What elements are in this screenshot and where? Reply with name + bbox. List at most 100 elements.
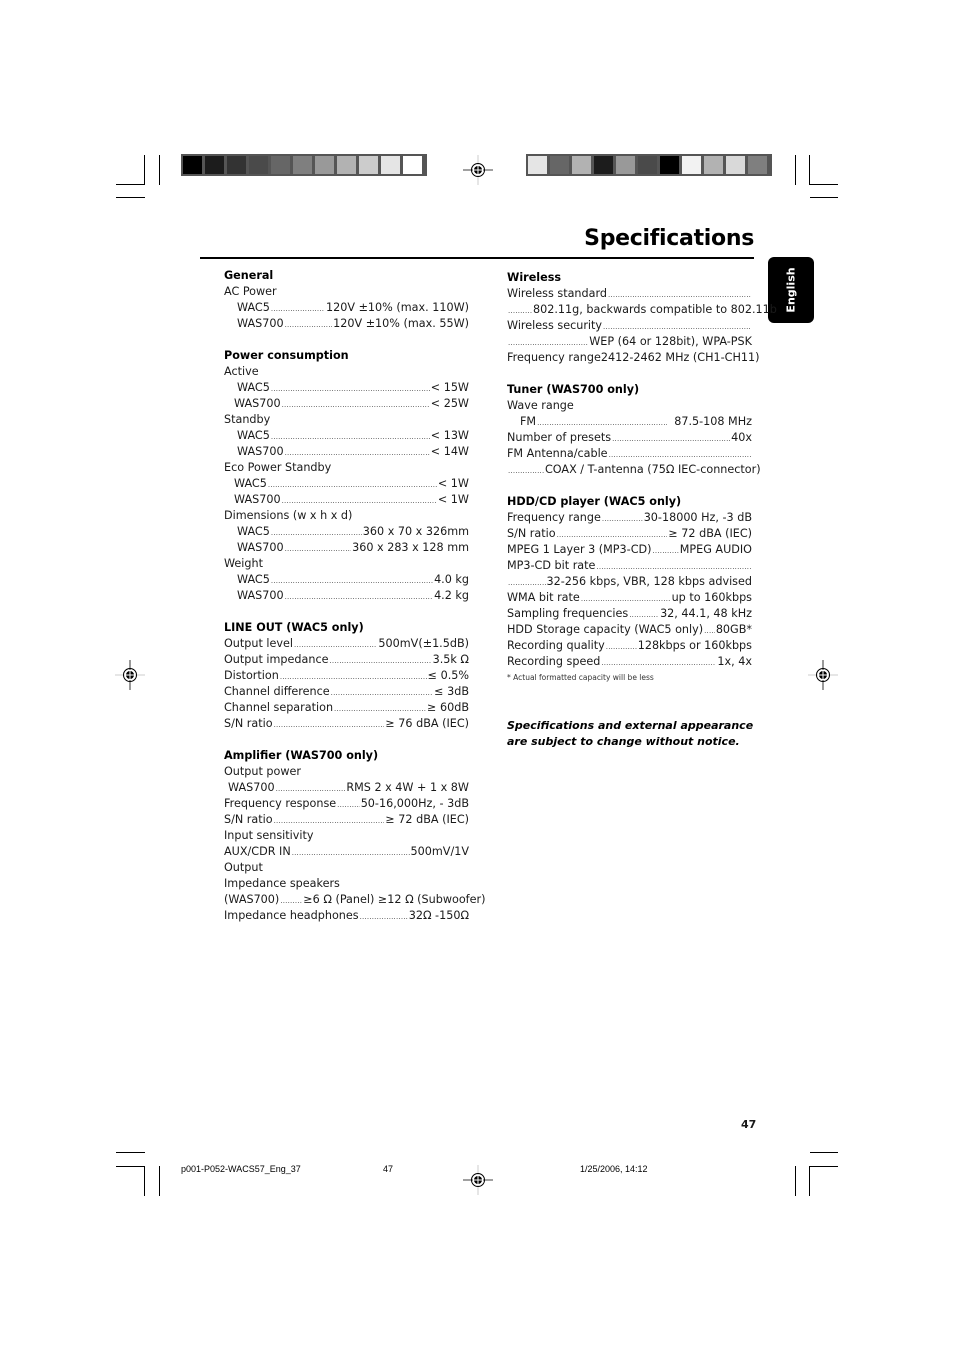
color-swatch bbox=[726, 156, 745, 174]
spec-label: WAS700 bbox=[234, 397, 281, 410]
color-swatch bbox=[381, 156, 400, 174]
color-swatch bbox=[748, 156, 767, 174]
spec-value: RMS 2 x 4W + 1 x 8W bbox=[346, 781, 469, 794]
crop-mark bbox=[159, 155, 160, 185]
spec-label: Output power bbox=[224, 765, 301, 778]
color-calibration-bar-left bbox=[181, 154, 427, 176]
spec-label: Distortion bbox=[224, 669, 279, 682]
spec-row: WAS700 RMS 2 x 4W + 1 x 8W bbox=[224, 780, 469, 796]
spec-row: 802.11g, backwards compatible to 802.11b bbox=[507, 302, 777, 318]
color-swatch bbox=[550, 156, 569, 174]
spec-label: WMA bit rate bbox=[507, 591, 580, 604]
spec-label: (WAS700) bbox=[224, 893, 280, 906]
spec-value: 50-16,000Hz, - 3dB bbox=[360, 797, 469, 810]
spec-value: 87.5-108 MHz bbox=[674, 415, 752, 428]
spec-value: 120V ±10% (max. 110W) bbox=[326, 301, 469, 314]
crop-mark bbox=[116, 1166, 145, 1167]
color-swatch bbox=[616, 156, 635, 174]
spec-value: 32, 44.1, 48 kHz bbox=[660, 607, 752, 620]
spec-label: Number of presets bbox=[507, 431, 612, 444]
spec-label: FM Antenna/cable bbox=[507, 447, 608, 460]
spec-label: Wave range bbox=[507, 399, 574, 412]
color-swatch bbox=[638, 156, 657, 174]
crop-mark bbox=[809, 1166, 810, 1196]
change-notice: Specifications and external appearance a… bbox=[507, 719, 754, 748]
slug-filename: p001-P052-WACS57_Eng_37 bbox=[181, 1164, 301, 1174]
spec-value: ≥ 72 dBA (IEC) bbox=[668, 527, 752, 540]
spec-row: WAC5 4.0 kg bbox=[224, 572, 469, 588]
section-general: General AC Power WAC5 120V ±10% (max. 110… bbox=[224, 268, 469, 332]
spec-row: Frequency response 50-16,000Hz, - 3dB bbox=[224, 796, 469, 812]
spec-value: 500mV(±1.5dB) bbox=[378, 637, 469, 650]
spec-row: COAX / T-antenna (75Ω IEC-connector) bbox=[507, 462, 761, 478]
color-swatch bbox=[205, 156, 224, 174]
spec-label: WAC5 bbox=[237, 381, 270, 394]
color-swatch bbox=[271, 156, 290, 174]
spec-value: 80GB* bbox=[715, 623, 752, 636]
registration-mark-icon bbox=[808, 660, 838, 690]
title-rule bbox=[200, 257, 754, 259]
spec-label: Input sensitivity bbox=[224, 829, 314, 842]
spec-label: WAS700 bbox=[237, 589, 284, 602]
page-number: 47 bbox=[741, 1118, 757, 1131]
color-swatch bbox=[660, 156, 679, 174]
color-swatch bbox=[704, 156, 723, 174]
section-amplifier: Amplifier (WAS700 only) Output power WAS… bbox=[224, 748, 485, 924]
spec-label: Impedance headphones bbox=[224, 909, 359, 922]
spec-row: WAS700 360 x 283 x 128 mm bbox=[224, 540, 469, 556]
spec-label: Output impedance bbox=[224, 653, 329, 666]
color-swatch bbox=[403, 156, 422, 174]
spec-row: S/N ratio ≥ 72 dBA (IEC) bbox=[224, 812, 469, 828]
spec-label: Frequency response bbox=[224, 797, 337, 810]
spec-value: ≥6 Ω (Panel) ≥12 Ω (Subwoofer) bbox=[303, 893, 486, 906]
section-title: Power consumption bbox=[224, 349, 349, 362]
spec-row: WAC5 < 1W bbox=[224, 476, 469, 492]
crop-mark bbox=[116, 197, 145, 198]
spec-value: 500mV/1V bbox=[410, 845, 469, 858]
spec-row: Recording speed 1x, 4x bbox=[507, 654, 752, 670]
spec-row: S/N ratio ≥ 72 dBA (IEC) bbox=[507, 526, 752, 542]
color-swatch bbox=[528, 156, 547, 174]
color-swatch bbox=[315, 156, 334, 174]
spec-value: 360 x 70 x 326mm bbox=[362, 525, 469, 538]
spec-row: FM 87.5-108 MHz bbox=[507, 414, 752, 430]
spec-value: 802.11g, backwards compatible to 802.11b bbox=[533, 303, 777, 316]
spec-row: MP3-CD bit rate bbox=[507, 558, 752, 574]
spec-label: WAC5 bbox=[237, 429, 270, 442]
spec-row: Wireless security bbox=[507, 318, 752, 334]
spec-row: WAC5 < 15W bbox=[224, 380, 469, 396]
crop-mark bbox=[809, 155, 810, 185]
section-title: LINE OUT (WAC5 only) bbox=[224, 621, 364, 634]
spec-label: Sampling frequencies bbox=[507, 607, 629, 620]
spec-label: Wireless standard bbox=[507, 287, 607, 300]
section-title: Tuner (WAS700 only) bbox=[507, 383, 640, 396]
spec-label: WAS700 bbox=[237, 445, 284, 458]
spec-label: FM bbox=[520, 415, 537, 428]
registration-mark-icon bbox=[463, 1165, 493, 1195]
registration-mark-icon bbox=[463, 155, 493, 185]
spec-row: WAS700 120V ±10% (max. 55W) bbox=[224, 316, 469, 332]
color-swatch bbox=[594, 156, 613, 174]
spec-row: WAC5 360 x 70 x 326mm bbox=[224, 524, 469, 540]
crop-mark bbox=[809, 1166, 838, 1167]
crop-mark bbox=[116, 184, 145, 185]
crop-mark bbox=[810, 1152, 838, 1153]
spec-label: MP3-CD bit rate bbox=[507, 559, 596, 572]
crop-mark bbox=[144, 1166, 145, 1196]
spec-label: HDD Storage capacity (WAC5 only) bbox=[507, 623, 704, 636]
spec-label: Frequency range bbox=[507, 511, 601, 524]
spec-value: 360 x 283 x 128 mm bbox=[352, 541, 469, 554]
slug-page: 47 bbox=[383, 1164, 394, 1174]
spec-value: 40x bbox=[731, 431, 752, 444]
spec-row: Recording quality 128kbps or 160kbps bbox=[507, 638, 752, 654]
spec-label: Recording quality bbox=[507, 639, 605, 652]
spec-row: Output level 500mV(±1.5dB) bbox=[224, 636, 469, 652]
spec-row: WAS700 < 1W bbox=[224, 492, 469, 508]
spec-row: Number of presets 40x bbox=[507, 430, 752, 446]
spec-row: Output impedance 3.5k Ω bbox=[224, 652, 469, 668]
color-swatch bbox=[682, 156, 701, 174]
crop-mark bbox=[795, 155, 796, 185]
footnote: * Actual formatted capacity will be less bbox=[507, 673, 654, 682]
spec-row: WAS700 < 14W bbox=[224, 444, 469, 460]
spec-value: < 15W bbox=[430, 381, 469, 394]
